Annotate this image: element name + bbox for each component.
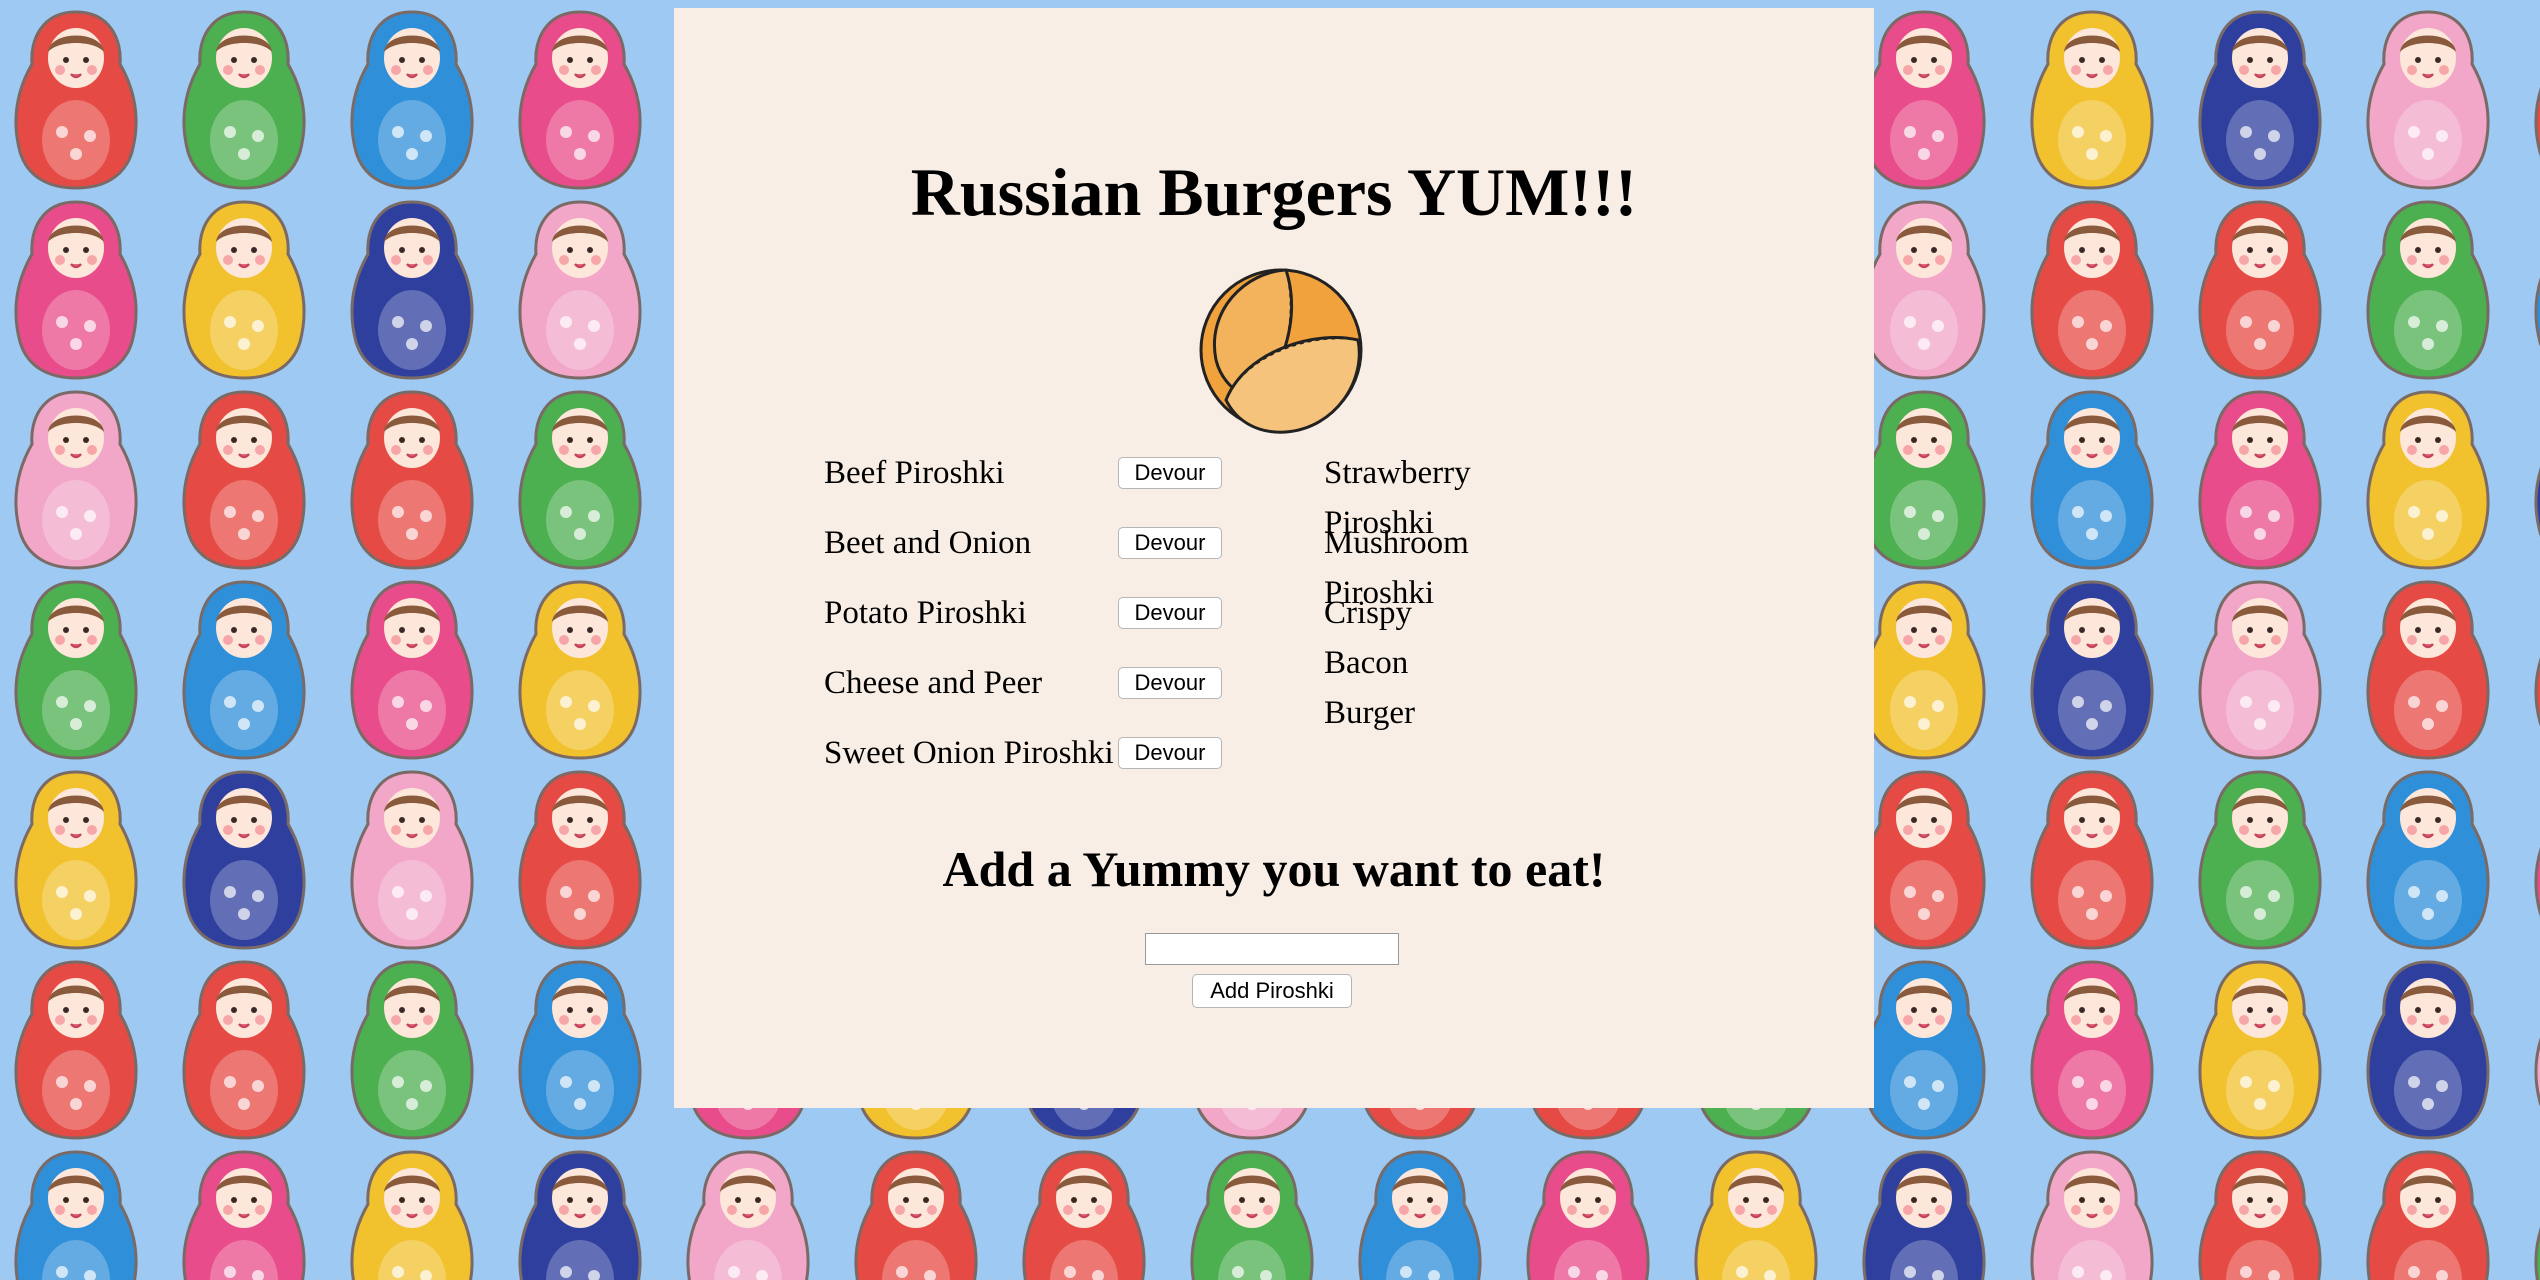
matryoshka-doll-icon xyxy=(182,770,306,950)
matryoshka-doll-icon xyxy=(350,200,474,380)
matryoshka-doll-icon xyxy=(350,770,474,950)
matryoshka-doll-icon xyxy=(518,390,642,570)
matryoshka-doll-icon xyxy=(2030,1150,2154,1280)
main-panel: Russian Burgers YUM!!! Beef Piroshki Dev… xyxy=(674,8,1874,1108)
matryoshka-doll-icon xyxy=(182,200,306,380)
matryoshka-doll-icon xyxy=(182,580,306,760)
piroshki-icon xyxy=(1199,268,1363,434)
matryoshka-doll-icon xyxy=(14,960,138,1140)
matryoshka-doll-icon xyxy=(2198,1150,2322,1280)
matryoshka-doll-icon xyxy=(518,580,642,760)
matryoshka-doll-icon xyxy=(2198,390,2322,570)
matryoshka-doll-icon xyxy=(1862,960,1986,1140)
matryoshka-doll-icon xyxy=(2534,770,2540,950)
matryoshka-doll-icon xyxy=(182,1150,306,1280)
matryoshka-doll-icon xyxy=(2534,390,2540,570)
matryoshka-doll-icon xyxy=(686,1150,810,1280)
piroshki-name-input[interactable] xyxy=(1145,933,1399,965)
matryoshka-doll-icon xyxy=(1190,1150,1314,1280)
matryoshka-doll-icon xyxy=(2366,200,2490,380)
matryoshka-doll-icon xyxy=(2030,390,2154,570)
matryoshka-doll-icon xyxy=(2366,960,2490,1140)
matryoshka-doll-icon xyxy=(182,10,306,190)
matryoshka-doll-icon xyxy=(14,1150,138,1280)
matryoshka-doll-icon xyxy=(1526,1150,1650,1280)
matryoshka-doll-icon xyxy=(14,580,138,760)
devour-button[interactable]: Devour xyxy=(1118,457,1222,489)
matryoshka-doll-icon xyxy=(854,1150,978,1280)
matryoshka-doll-icon xyxy=(350,1150,474,1280)
matryoshka-doll-icon xyxy=(2030,580,2154,760)
matryoshka-doll-icon xyxy=(182,960,306,1140)
matryoshka-doll-icon xyxy=(2534,1150,2540,1280)
matryoshka-doll-icon xyxy=(350,10,474,190)
page-title: Russian Burgers YUM!!! xyxy=(910,154,1638,230)
matryoshka-doll-icon xyxy=(518,770,642,950)
matryoshka-doll-icon xyxy=(1862,770,1986,950)
matryoshka-doll-icon xyxy=(2534,10,2540,190)
matryoshka-doll-icon xyxy=(1862,390,1986,570)
matryoshka-doll-icon xyxy=(2030,200,2154,380)
matryoshka-doll-icon xyxy=(2366,390,2490,570)
matryoshka-doll-icon xyxy=(518,10,642,190)
matryoshka-doll-icon xyxy=(1358,1150,1482,1280)
add-form-heading: Add a Yummy you want to eat! xyxy=(942,841,1606,897)
matryoshka-doll-icon xyxy=(1022,1150,1146,1280)
matryoshka-doll-icon xyxy=(1862,1150,1986,1280)
matryoshka-doll-icon xyxy=(350,580,474,760)
matryoshka-doll-icon xyxy=(518,1150,642,1280)
matryoshka-doll-icon xyxy=(2030,960,2154,1140)
matryoshka-doll-icon xyxy=(2198,580,2322,760)
matryoshka-doll-icon xyxy=(14,770,138,950)
add-piroshki-button[interactable]: Add Piroshki xyxy=(1192,974,1352,1008)
matryoshka-doll-icon xyxy=(2534,200,2540,380)
item-name: Beet and Onion xyxy=(824,525,1032,561)
item-name: Beef Piroshki xyxy=(824,455,1005,491)
devour-button[interactable]: Devour xyxy=(1118,597,1222,629)
matryoshka-doll-icon xyxy=(2534,580,2540,760)
devour-button[interactable]: Devour xyxy=(1118,737,1222,769)
matryoshka-doll-icon xyxy=(1862,200,1986,380)
matryoshka-doll-icon xyxy=(14,10,138,190)
item-name: Potato Piroshki xyxy=(824,595,1027,631)
devour-button[interactable]: Devour xyxy=(1118,667,1222,699)
matryoshka-doll-icon xyxy=(1862,580,1986,760)
matryoshka-doll-icon xyxy=(1862,10,1986,190)
matryoshka-doll-icon xyxy=(2198,200,2322,380)
matryoshka-doll-icon xyxy=(350,390,474,570)
devour-button[interactable]: Devour xyxy=(1118,527,1222,559)
matryoshka-doll-icon xyxy=(2198,770,2322,950)
matryoshka-doll-icon xyxy=(2366,770,2490,950)
matryoshka-doll-icon xyxy=(14,200,138,380)
matryoshka-doll-icon xyxy=(518,960,642,1140)
matryoshka-doll-icon xyxy=(1694,1150,1818,1280)
matryoshka-doll-icon xyxy=(2534,960,2540,1140)
matryoshka-doll-icon xyxy=(2366,580,2490,760)
matryoshka-doll-icon xyxy=(2366,1150,2490,1280)
item-name: Cheese and Peer xyxy=(824,665,1043,701)
matryoshka-doll-icon xyxy=(2198,10,2322,190)
matryoshka-doll-icon xyxy=(2366,10,2490,190)
eaten-item: Crispy Bacon Burger xyxy=(1324,595,1416,731)
matryoshka-doll-icon xyxy=(2030,770,2154,950)
matryoshka-doll-icon xyxy=(182,390,306,570)
matryoshka-doll-icon xyxy=(350,960,474,1140)
item-name: Sweet Onion Piroshki xyxy=(824,735,1114,771)
matryoshka-doll-icon xyxy=(2030,10,2154,190)
matryoshka-doll-icon xyxy=(518,200,642,380)
matryoshka-doll-icon xyxy=(2198,960,2322,1140)
matryoshka-doll-icon xyxy=(14,390,138,570)
